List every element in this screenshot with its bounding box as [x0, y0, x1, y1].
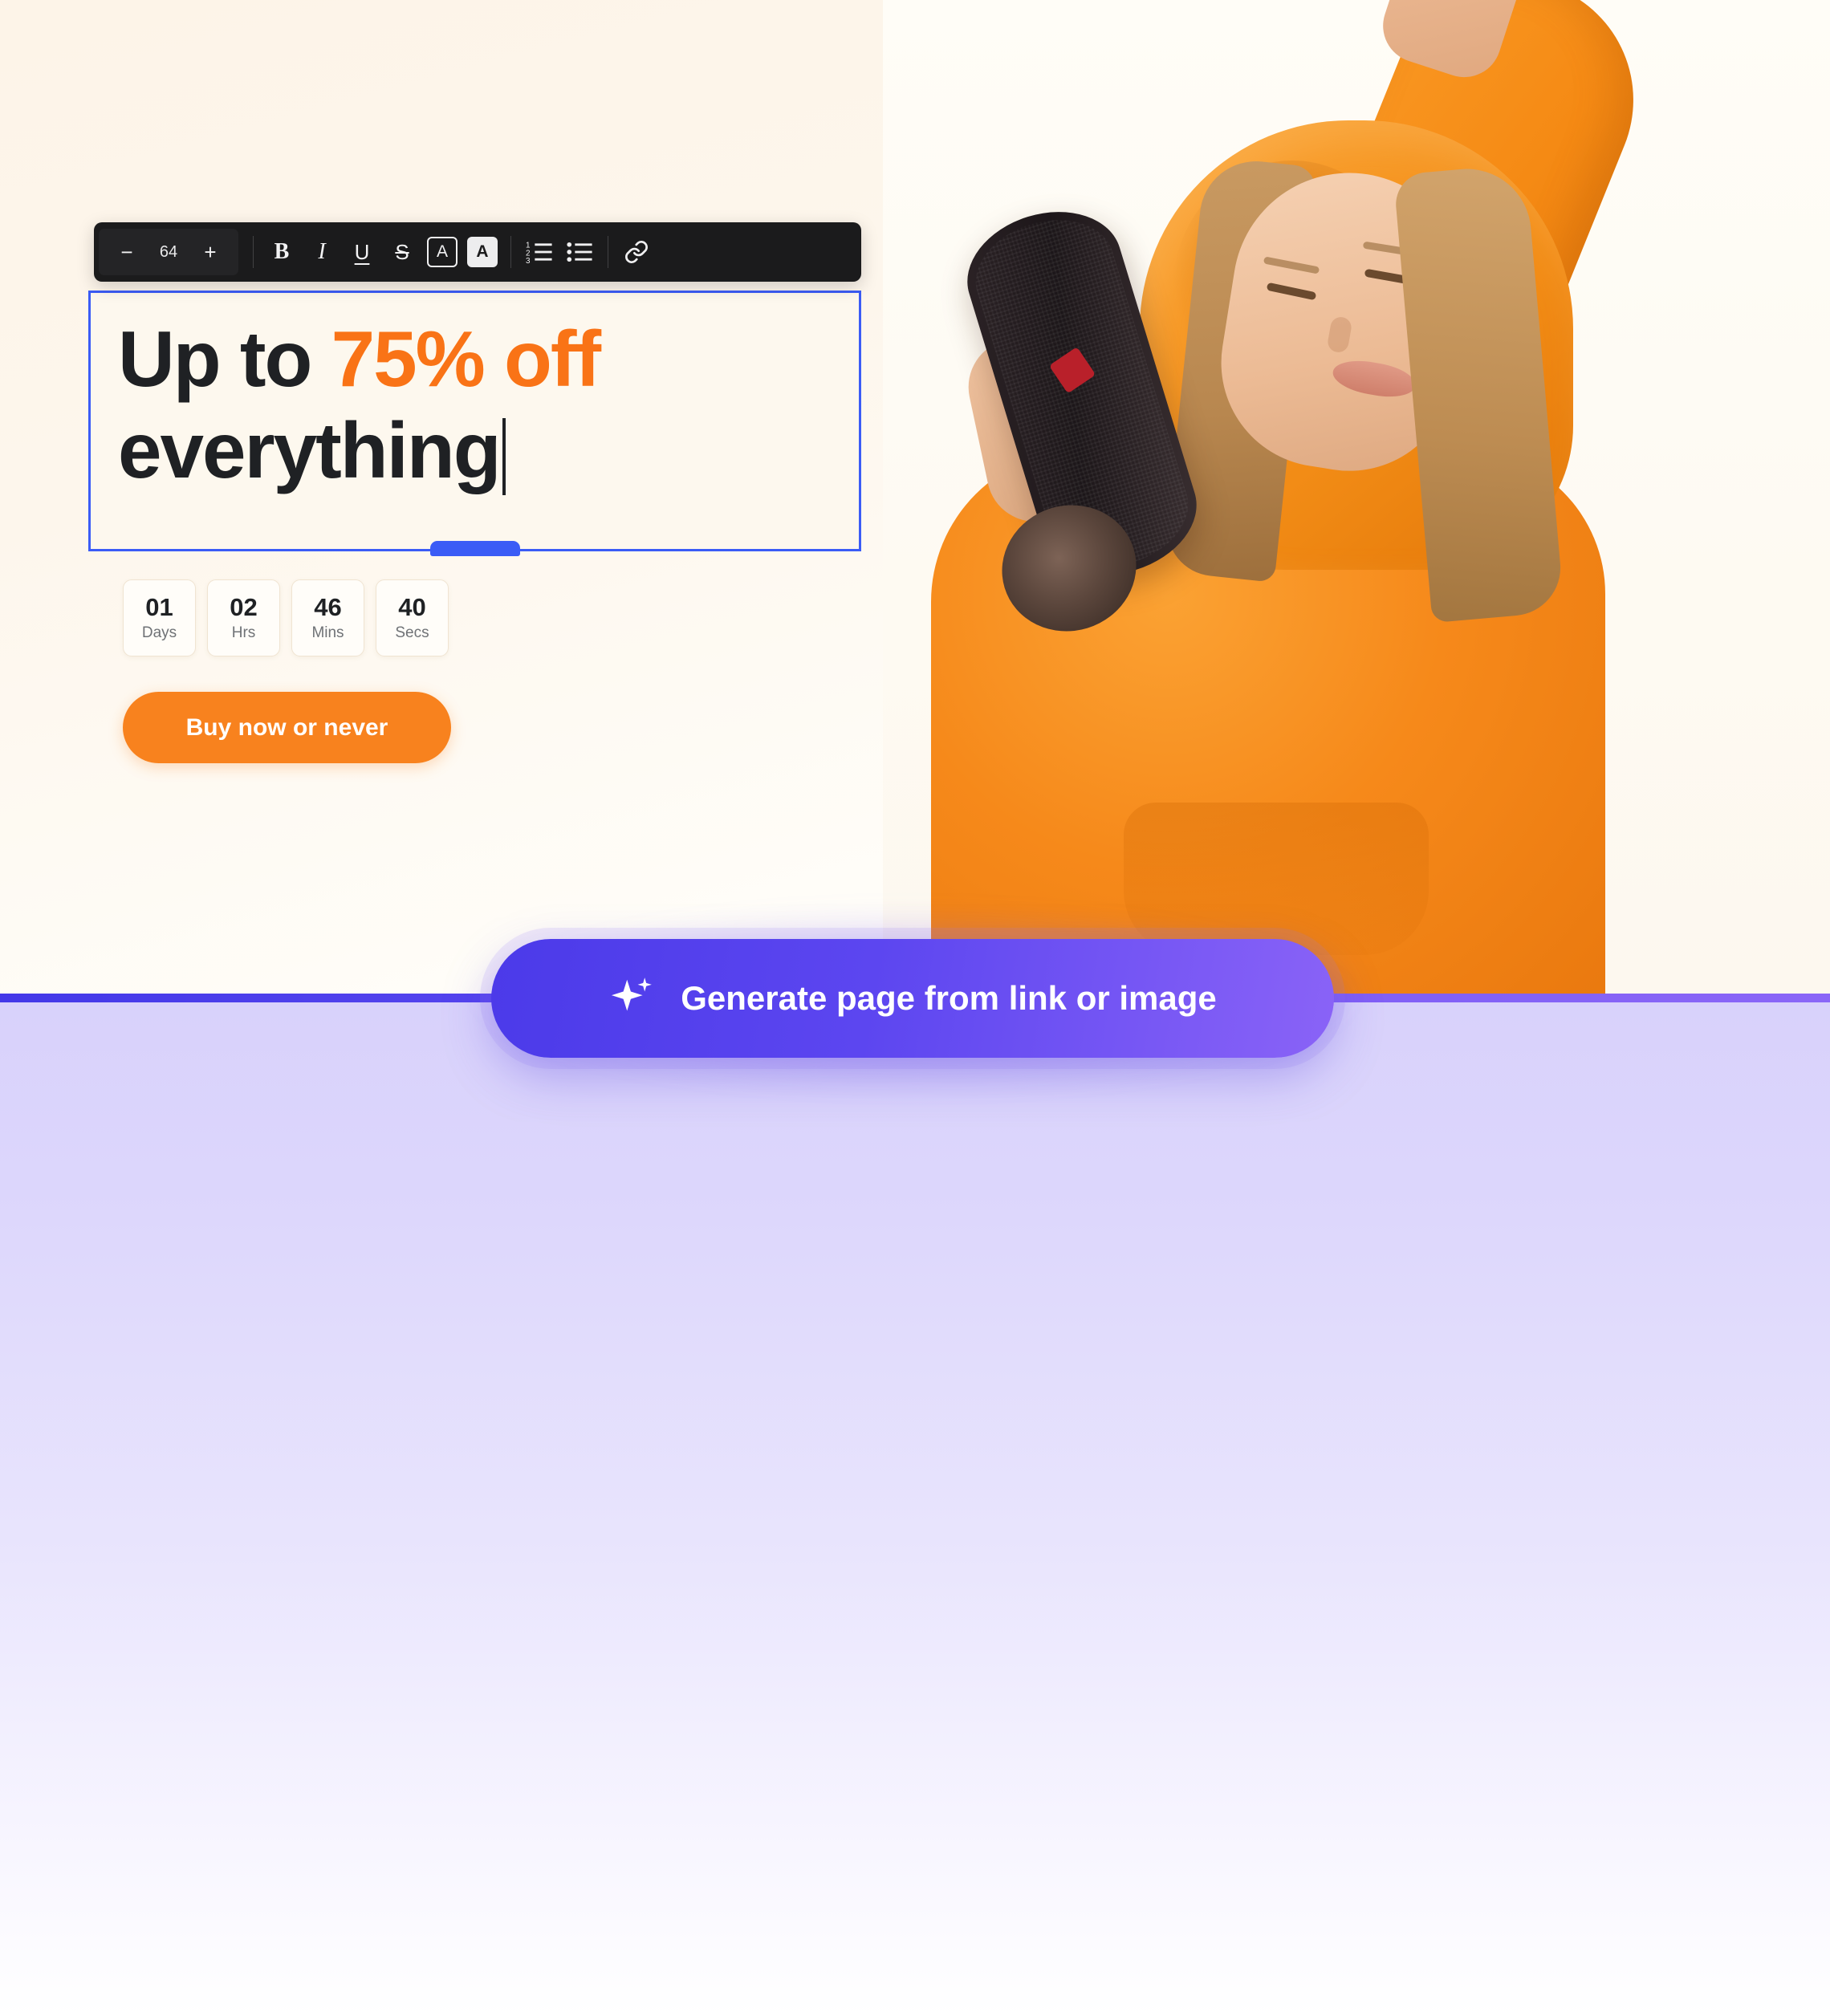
editable-text-block[interactable]: Up to 75% off everything [88, 291, 861, 556]
numbered-list-icon: 1 2 3 [526, 241, 552, 266]
underline-button[interactable]: U [342, 230, 382, 274]
countdown-minutes: 46 Mins [291, 579, 364, 656]
bold-button[interactable]: B [262, 230, 302, 274]
hero-heading[interactable]: Up to 75% off everything [91, 293, 859, 496]
text-color-icon: A [427, 237, 458, 267]
page-root: − 64 + B I U S A A 1 2 3 Up to 75% off e… [0, 0, 1830, 2016]
bulleted-list-icon [567, 242, 592, 262]
lower-section: Experience quality Gémpeaker at home Whe… [0, 994, 1830, 2016]
countdown-minutes-value: 46 [314, 592, 342, 621]
highlight-icon: A [467, 237, 498, 267]
model-hoodie-pocket [1124, 803, 1429, 955]
highlight-color-button[interactable]: A [462, 230, 502, 274]
text-color-button[interactable]: A [422, 230, 462, 274]
insert-link-button[interactable] [616, 230, 657, 274]
countdown-hours: 02 Hrs [207, 579, 280, 656]
hero-photo [883, 0, 1830, 995]
generate-page-label: Generate page from link or image [681, 979, 1217, 1017]
toolbar-divider [253, 236, 254, 268]
font-size-value[interactable]: 64 [147, 243, 190, 262]
text-editor-toolbar[interactable]: − 64 + B I U S A A 1 2 3 [94, 222, 861, 282]
font-size-decrease-button[interactable]: − [107, 230, 147, 274]
resize-handle-bottom[interactable] [429, 541, 520, 556]
italic-button[interactable]: I [302, 230, 342, 274]
heading-part-1: Up to [118, 315, 331, 403]
font-size-increase-button[interactable]: + [190, 230, 230, 274]
text-caret [502, 417, 506, 495]
bulleted-list-button[interactable] [559, 230, 600, 274]
generate-page-button[interactable]: Generate page from link or image [491, 939, 1334, 1058]
font-size-stepper[interactable]: − 64 + [99, 229, 238, 275]
countdown-hours-value: 02 [230, 592, 258, 621]
strikethrough-button[interactable]: S [382, 230, 422, 274]
countdown-seconds-value: 40 [398, 592, 426, 621]
heading-part-2: everything [118, 405, 502, 494]
countdown-seconds-label: Secs [395, 624, 429, 641]
countdown-days-label: Days [141, 624, 177, 641]
sparkle-icon [612, 978, 653, 1011]
countdown-hours-label: Hrs [231, 624, 256, 641]
countdown-days-value: 01 [145, 592, 173, 621]
svg-text:3: 3 [526, 257, 531, 266]
countdown-minutes-label: Mins [311, 624, 344, 641]
link-icon [625, 241, 648, 263]
numbered-list-button[interactable]: 1 2 3 [519, 230, 559, 274]
toolbar-divider-2 [510, 236, 511, 268]
hero-section: − 64 + B I U S A A 1 2 3 Up to 75% off e… [0, 0, 1830, 995]
countdown-seconds: 40 Secs [376, 579, 449, 656]
heading-highlight: 75% off [331, 315, 602, 403]
buy-now-button[interactable]: Buy now or never [123, 692, 451, 763]
countdown-timer: 01 Days 02 Hrs 46 Mins 40 Secs [123, 579, 449, 656]
countdown-days: 01 Days [123, 579, 196, 656]
